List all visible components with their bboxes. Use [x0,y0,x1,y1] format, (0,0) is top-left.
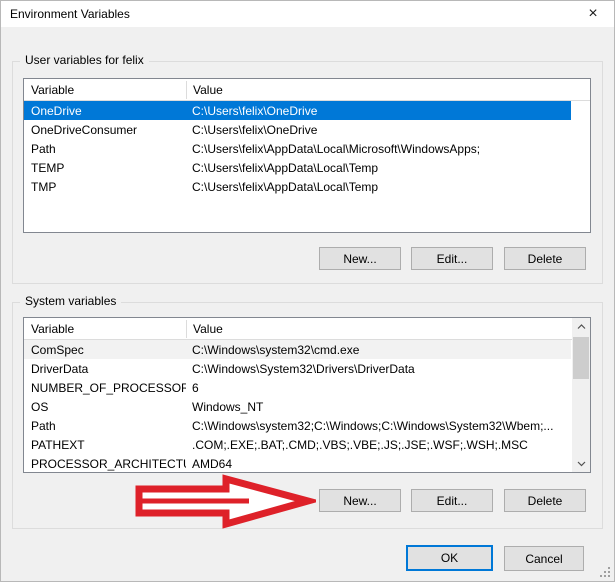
value-cell: C:\Users\felix\OneDrive [186,104,571,118]
variable-cell: Path [24,142,186,156]
variable-cell: DriverData [24,362,186,376]
value-cell: C:\Users\felix\OneDrive [186,123,571,137]
column-header-value[interactable]: Value [186,81,590,99]
cancel-button[interactable]: Cancel [504,546,584,571]
variable-cell: PROCESSOR_ARCHITECTURE [24,457,186,471]
titlebar: Environment Variables × [1,1,614,27]
value-cell: C:\Windows\System32\Drivers\DriverData [186,362,571,376]
column-header-variable[interactable]: Variable [24,322,186,336]
user-new-button[interactable]: New... [319,247,401,270]
chevron-up-icon [577,324,586,330]
close-icon: × [588,6,597,22]
system-edit-button[interactable]: Edit... [411,489,493,512]
column-header-variable[interactable]: Variable [24,83,186,97]
table-row[interactable]: Path C:\Users\felix\AppData\Local\Micros… [24,139,571,158]
value-cell: 6 [186,381,571,395]
table-row[interactable]: Path C:\Windows\system32;C:\Windows;C:\W… [24,416,571,435]
column-header-value[interactable]: Value [186,320,590,338]
value-cell: C:\Windows\system32\cmd.exe [186,343,571,357]
table-header: Variable Value [24,318,590,340]
system-variables-group-label: System variables [20,294,121,308]
system-variables-table: Variable Value ComSpec C:\Windows\system… [23,317,591,473]
table-row[interactable]: OneDriveConsumer C:\Users\felix\OneDrive [24,120,571,139]
value-cell: .COM;.EXE;.BAT;.CMD;.VBS;.VBE;.JS;.JSE;.… [186,438,571,452]
table-row[interactable]: PATHEXT .COM;.EXE;.BAT;.CMD;.VBS;.VBE;.J… [24,435,571,454]
system-delete-button[interactable]: Delete [504,489,586,512]
variable-cell: OneDriveConsumer [24,123,186,137]
table-row[interactable]: ComSpec C:\Windows\system32\cmd.exe [24,340,571,359]
variable-cell: TMP [24,180,186,194]
user-variables-table: Variable Value OneDrive C:\Users\felix\O… [23,78,591,233]
window-title: Environment Variables [10,1,130,27]
user-edit-button[interactable]: Edit... [411,247,493,270]
table-header: Variable Value [24,79,590,101]
variable-cell: ComSpec [24,343,186,357]
value-cell: C:\Users\felix\AppData\Local\Microsoft\W… [186,142,571,156]
table-row[interactable]: TEMP C:\Users\felix\AppData\Local\Temp [24,158,571,177]
user-delete-button[interactable]: Delete [504,247,586,270]
table-row[interactable]: TMP C:\Users\felix\AppData\Local\Temp [24,177,571,196]
variable-cell: Path [24,419,186,433]
variable-cell: TEMP [24,161,186,175]
variable-cell: PATHEXT [24,438,186,452]
close-button[interactable]: × [572,1,614,27]
value-cell: C:\Windows\system32;C:\Windows;C:\Window… [186,419,571,433]
value-cell: AMD64 [186,457,571,471]
table-row[interactable]: OneDrive C:\Users\felix\OneDrive [24,101,571,120]
environment-variables-dialog: Environment Variables × User variables f… [0,0,615,582]
chevron-down-icon [577,461,586,467]
value-cell: Windows_NT [186,400,571,414]
table-row[interactable]: DriverData C:\Windows\System32\Drivers\D… [24,359,571,378]
table-row[interactable]: OS Windows_NT [24,397,571,416]
ok-button[interactable]: OK [406,545,493,571]
value-cell: C:\Users\felix\AppData\Local\Temp [186,161,571,175]
variable-cell: NUMBER_OF_PROCESSORS [24,381,186,395]
value-cell: C:\Users\felix\AppData\Local\Temp [186,180,571,194]
user-variables-group-label: User variables for felix [20,53,149,67]
table-row[interactable]: NUMBER_OF_PROCESSORS 6 [24,378,571,397]
table-row[interactable]: PROCESSOR_ARCHITECTURE AMD64 [24,454,571,473]
scroll-down-button[interactable] [572,455,590,472]
vertical-scrollbar[interactable] [572,318,590,472]
scroll-up-button[interactable] [572,318,590,335]
variable-cell: OneDrive [24,104,186,118]
resize-grip[interactable] [599,566,611,578]
system-new-button[interactable]: New... [319,489,401,512]
scrollbar-thumb[interactable] [573,337,589,379]
variable-cell: OS [24,400,186,414]
